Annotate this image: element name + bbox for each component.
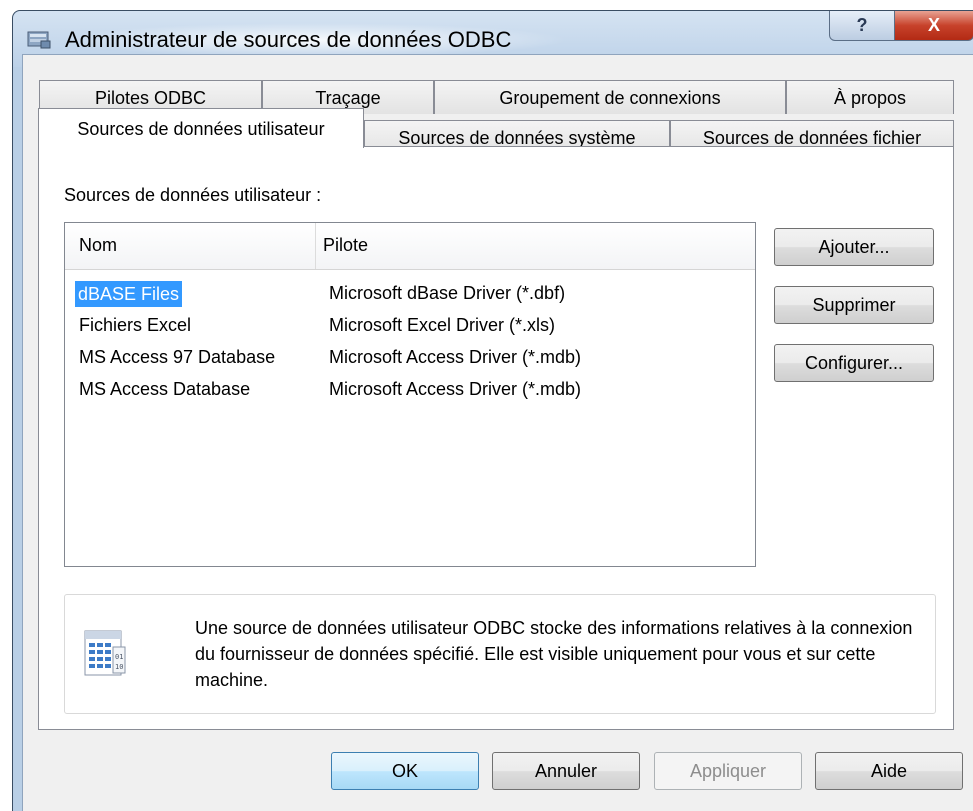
row-name: MS Access 97 Database [79,347,276,367]
data-source-list[interactable]: Nom Pilote dBASE Files Microsoft dBase D… [64,222,756,567]
tab-groupement-connexions[interactable]: Groupement de connexions [434,80,786,114]
tab-sources-utilisateur[interactable]: Sources de données utilisateur [38,108,364,148]
svg-text:01: 01 [115,653,123,661]
svg-text:10: 10 [115,663,123,671]
data-source-document-icon: 01 10 [84,630,126,676]
window-title: Administrateur de sources de données ODB… [65,27,512,52]
list-item[interactable]: MS Access 97 Database Microsoft Access D… [65,343,755,375]
section-label: Sources de données utilisateur : [64,185,322,205]
tab-a-propos[interactable]: À propos [786,80,954,114]
help-button[interactable]: Aide [815,752,963,790]
cancel-button[interactable]: Annuler [492,752,640,790]
row-name: Fichiers Excel [79,315,192,335]
apply-button[interactable]: Appliquer [654,752,802,790]
row-name: dBASE Files [75,281,183,307]
remove-button[interactable]: Supprimer [774,286,934,324]
close-title-button[interactable]: X [894,11,973,41]
list-item[interactable]: MS Access Database Microsoft Access Driv… [65,375,755,407]
add-button[interactable]: Ajouter... [774,228,934,266]
odbc-admin-icon [27,31,51,49]
row-driver: Microsoft dBase Driver (*.dbf) [329,283,566,303]
info-box: 01 10 Une source de données utilisateur … [64,594,936,714]
row-driver: Microsoft Access Driver (*.mdb) [329,347,582,367]
column-header-nom[interactable]: Nom [79,235,117,256]
column-separator[interactable] [315,223,316,269]
list-item[interactable]: Fichiers Excel Microsoft Excel Driver (*… [65,311,755,343]
list-item[interactable]: dBASE Files Microsoft dBase Driver (*.db… [65,279,755,311]
row-name: MS Access Database [79,379,251,399]
configure-button[interactable]: Configurer... [774,344,934,382]
info-description: Une source de données utilisateur ODBC s… [195,618,913,690]
ok-button[interactable]: OK [331,752,479,790]
help-title-button[interactable]: ? [829,11,895,41]
row-driver: Microsoft Excel Driver (*.xls) [329,315,556,335]
column-header-pilote[interactable]: Pilote [323,235,368,256]
row-driver: Microsoft Access Driver (*.mdb) [329,379,582,399]
list-header: Nom Pilote [65,223,755,270]
